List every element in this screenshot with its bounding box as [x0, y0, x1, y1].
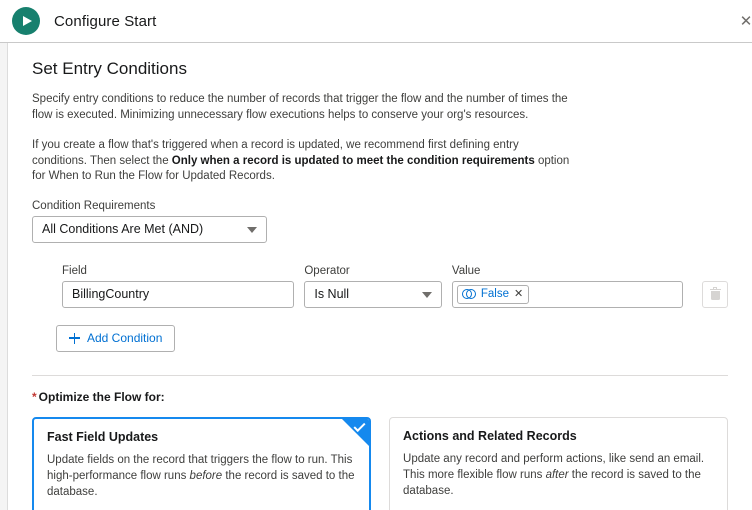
- operator-label: Operator: [304, 264, 350, 277]
- modal-title: Configure Start: [54, 12, 157, 30]
- condition-row: Field BillingCountry Operator Is Null Va…: [32, 265, 728, 308]
- operator-value: Is Null: [314, 287, 350, 301]
- configure-start-panel: Set Entry Conditions Specify entry condi…: [8, 43, 752, 510]
- play-triangle-icon: [23, 16, 32, 26]
- optimize-flow-section: * Optimize the Flow for: Fast Field Updat…: [8, 376, 752, 510]
- trash-icon: [709, 286, 721, 301]
- add-condition-button[interactable]: Add Condition: [56, 324, 176, 352]
- field-column: Field BillingCountry: [62, 264, 295, 308]
- operator-column: Operator Is Null: [304, 265, 442, 308]
- optimize-flow-label: * Optimize the Flow for:: [32, 390, 728, 404]
- condition-requirements-select[interactable]: All Conditions Are Met (AND): [32, 215, 267, 243]
- optimize-cards: Fast Field Updates Update fields on the …: [32, 416, 728, 510]
- card-title: Fast Field Updates: [47, 429, 159, 444]
- optimize-flow-label-text: Optimize the Flow for:: [38, 389, 165, 404]
- delete-condition-button[interactable]: [702, 280, 728, 308]
- chevron-down-icon: [247, 227, 257, 233]
- value-pill[interactable]: False ✕: [456, 284, 530, 304]
- close-icon[interactable]: ✕: [736, 12, 752, 32]
- card-desc-emphasis: before: [189, 469, 223, 482]
- add-condition-label: Add Condition: [87, 331, 163, 345]
- value-input[interactable]: False ✕: [451, 280, 684, 308]
- operator-select[interactable]: Is Null: [304, 280, 442, 308]
- selected-corner-badge: [342, 418, 370, 446]
- optimize-card-fast-field-updates[interactable]: Fast Field Updates Update fields on the …: [32, 416, 372, 510]
- value-pill-label: False: [480, 288, 509, 300]
- condition-requirements-label: Condition Requirements: [32, 199, 156, 212]
- condition-requirements-value: All Conditions Are Met (AND): [42, 222, 204, 236]
- description-paragraph-1: Specify entry conditions to reduce the n…: [32, 93, 568, 121]
- card-desc-emphasis: after: [545, 468, 569, 481]
- field-value: BillingCountry: [72, 287, 150, 301]
- value-label: Value: [451, 264, 481, 277]
- entry-conditions-section: Set Entry Conditions Specify entry condi…: [8, 43, 752, 376]
- value-column: Value False ✕: [451, 264, 684, 308]
- merge-field-icon: [461, 289, 477, 299]
- card-description: Update any record and perform actions, l…: [403, 451, 714, 499]
- description-paragraph-2: If you create a flow that's triggered wh…: [32, 138, 572, 185]
- page-title: Set Entry Conditions: [32, 59, 187, 78]
- play-circle-icon: [12, 7, 40, 35]
- card-description: Update fields on the record that trigger…: [47, 452, 356, 500]
- value-pill-remove-icon[interactable]: ✕: [513, 288, 524, 300]
- chevron-down-icon: [421, 292, 432, 298]
- card-title: Actions and Related Records: [403, 428, 577, 443]
- left-gutter: [0, 43, 8, 510]
- modal-body: Set Entry Conditions Specify entry condi…: [0, 43, 752, 510]
- required-marker: *: [32, 389, 37, 404]
- field-input[interactable]: BillingCountry: [62, 280, 295, 308]
- optimize-card-actions-and-related-records[interactable]: Actions and Related Records Update any r…: [389, 416, 728, 510]
- plus-icon: [69, 332, 80, 344]
- paragraph2-emphasis: Only when a record is updated to meet th…: [171, 154, 535, 167]
- modal-header: Configure Start ✕: [0, 0, 752, 43]
- field-label: Field: [62, 264, 87, 277]
